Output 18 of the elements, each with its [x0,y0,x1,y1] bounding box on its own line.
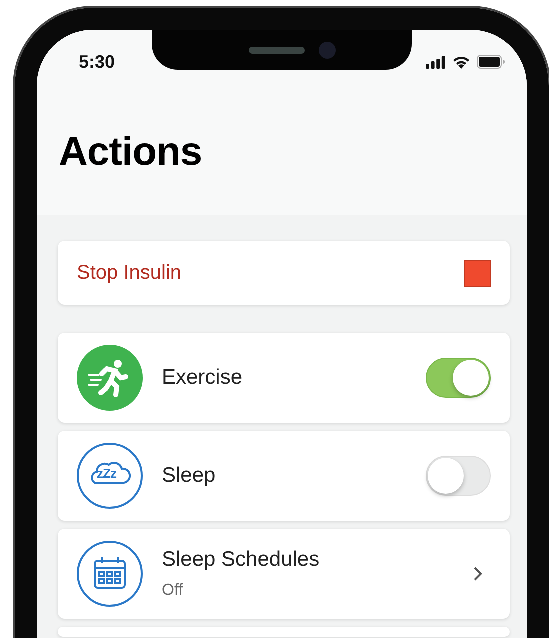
chevron-icon [473,566,483,582]
runner-icon [77,345,143,411]
action-card[interactable]: Sleep Schedules Off [58,529,510,619]
calendar-icon [77,541,143,607]
stop-insulin-card[interactable]: Stop Insulin [58,241,510,305]
action-detail: Off [162,582,184,600]
stop-insulin-label: Stop Insulin [77,262,182,284]
toggle-switch[interactable] [426,358,491,398]
battery-icon [477,55,505,69]
sleep-cloud-icon: zZz [77,443,143,509]
action-label: Sleep [162,464,217,488]
action-label: Exercise [162,366,244,390]
wifi-icon [452,55,471,69]
status-time: 5:30 [79,52,116,72]
page-title: Actions [59,130,204,175]
action-label: Sleep Schedules [162,548,321,572]
stop-square-icon [464,260,491,286]
signal-icon [426,56,446,68]
